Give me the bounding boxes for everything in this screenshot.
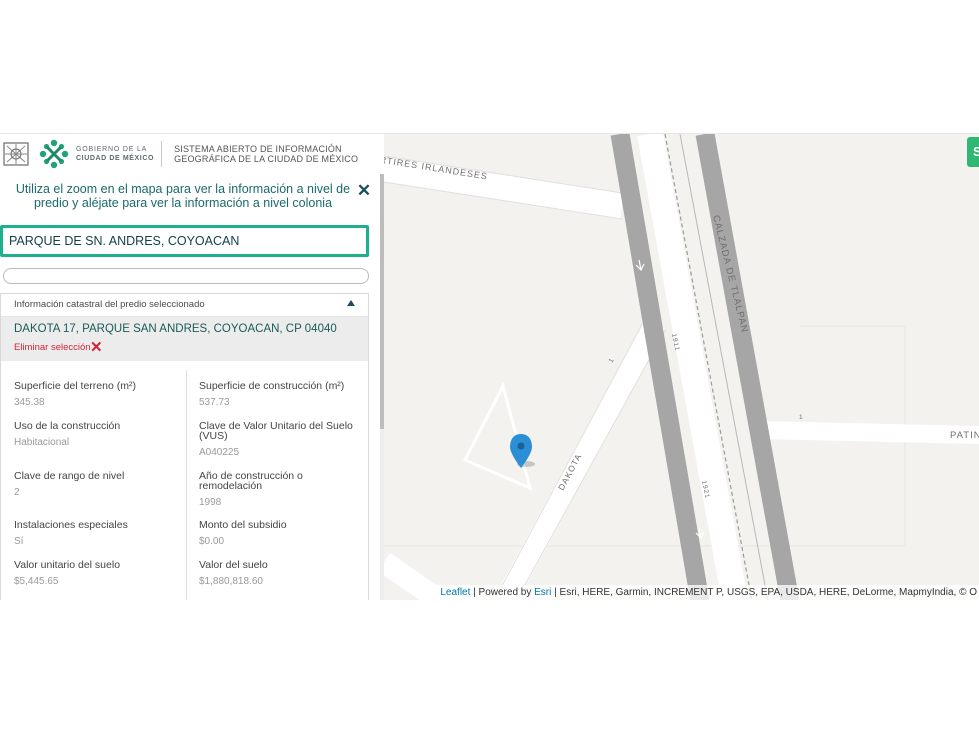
attribution-credits: | Esri, HERE, Garmin, INCREMENT P, USGS,… [551,587,977,598]
field-built-area: Superficie de construcción (m²) 537.73 [199,380,345,408]
map-attribution: Leaflet | Powered by Esri | Esri, HERE, … [434,585,979,600]
field-vus-key: Clave de Valor Unitario del Suelo (VUS) A… [199,420,353,458]
attribution-text: | Powered by [470,587,535,598]
field-unit-land-value: Valor unitario del suelo $5,445.65 [14,559,121,587]
cdmx-logo-icon [39,139,69,169]
remove-selection-icon[interactable]: ✕ [90,338,103,356]
government-name: GOBIERNO DE LA CIUDAD DE MÉXICO [76,146,155,162]
collapse-caret-icon[interactable] [347,300,355,306]
coat-of-arms-icon [3,142,29,166]
field-land-value: Valor del suelo $1,880,818.60 [199,559,268,587]
site-header: GOBIERNO DE LA CIUDAD DE MÉXICO SISTEMA … [0,134,384,174]
esri-link[interactable]: Esri [534,587,551,598]
cadastral-info-header[interactable]: Información catastral del predio selecci… [1,294,368,317]
app-window: MÁRTIRES IRLANDESES CALZADA DE TLALPAN D… [0,133,979,600]
house-number: 1 [608,357,616,364]
map-pin-icon[interactable] [510,434,535,468]
close-icon[interactable]: ✕ [355,182,373,200]
field-level-range: Clave de rango de nivel 2 [14,470,125,498]
field-construction-year: Año de construcción o remodelación 1998 [199,470,303,508]
field-special-installations: Instalaciones especiales Sí [14,519,128,547]
field-subsidy: Monto del subsidio $0.00 [199,519,287,547]
leaflet-link[interactable]: Leaflet [440,587,470,598]
house-number: 1 [799,414,804,421]
zoom-hint: Utiliza el zoom en el mapa para ver la i… [15,182,351,210]
remove-selection-link[interactable]: Eliminar selección [14,342,91,353]
street-label-patin: PATIN [950,430,979,441]
secondary-search-bar[interactable] [3,268,369,284]
info-panel: Utiliza el zoom en el mapa para ver la i… [0,174,384,600]
cadastral-info-title: Información catastral del predio selecci… [14,299,205,310]
header-divider [161,141,163,167]
map-layer-button[interactable]: S [967,137,979,167]
search-input[interactable]: PARQUE DE SN. ANDRES, COYOACAN [0,225,369,257]
panel-scrollbar-thumb[interactable] [380,174,384,429]
cadastral-info-card: Información catastral del predio selecci… [0,293,369,600]
field-construction-use: Uso de la construcción Habitacional [14,420,121,448]
selected-address: DAKOTA 17, PARQUE SAN ANDRES, COYOACAN, … [14,323,337,335]
selected-property: DAKOTA 17, PARQUE SAN ANDRES, COYOACAN, … [1,317,368,361]
field-land-area: Superficie del terreno (m²) 345.38 [14,380,136,408]
column-divider [186,370,187,600]
system-title: SISTEMA ABIERTO DE INFORMACIÓN GEOGRÁFIC… [174,144,359,164]
